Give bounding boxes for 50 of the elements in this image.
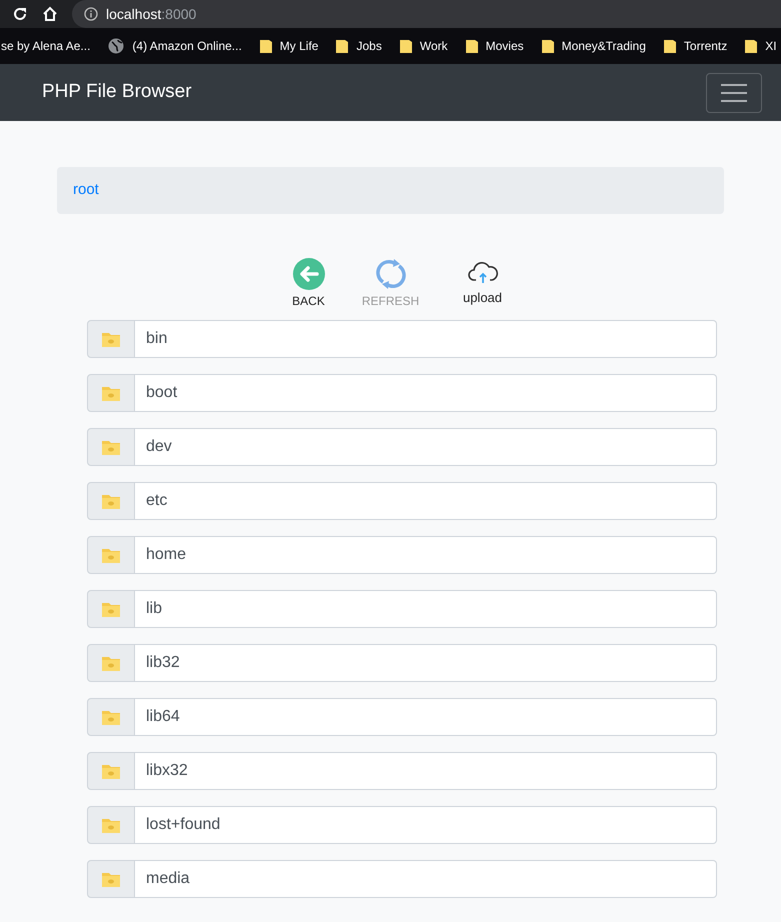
- folder-icon: [102, 439, 120, 455]
- folder-icon: [102, 385, 120, 401]
- folder-icon: [466, 39, 478, 53]
- folder-icon: [102, 547, 120, 563]
- bookmark[interactable]: XI: [745, 37, 777, 55]
- menu-button[interactable]: [706, 72, 762, 112]
- folder-entry[interactable]: home: [135, 536, 717, 574]
- folder-icon: [102, 763, 120, 779]
- back-button[interactable]: BACK: [278, 258, 338, 310]
- folder-icon: [745, 39, 758, 53]
- folder-icon: [542, 39, 554, 53]
- url-text: localhost:8000: [106, 4, 196, 24]
- folder-icon: [336, 39, 348, 53]
- home-icon[interactable]: [42, 6, 58, 22]
- folder-icon: [260, 39, 272, 53]
- folder-icon: [102, 331, 120, 347]
- folder-entry[interactable]: media: [135, 860, 717, 898]
- folder-entry[interactable]: lib32: [135, 644, 717, 682]
- brand-title[interactable]: PHP File Browser: [42, 78, 192, 107]
- folder-icon: [102, 817, 120, 833]
- folder-icon: [102, 709, 120, 725]
- reload-icon[interactable]: [12, 6, 28, 22]
- folder-icon: [400, 39, 412, 53]
- folder-entry[interactable]: libx32: [135, 752, 717, 790]
- folder-icon: [102, 655, 120, 671]
- folder-entry[interactable]: boot: [135, 374, 717, 412]
- bookmark[interactable]: (4) Amazon Online...: [108, 37, 242, 55]
- menu-icon: [721, 82, 747, 102]
- bookmark[interactable]: My Life: [260, 37, 318, 55]
- folder-entry[interactable]: bin: [135, 320, 717, 358]
- address-bar[interactable]: localhost:8000: [72, 0, 781, 28]
- folder-icon: [102, 871, 120, 887]
- globe-icon: [108, 38, 124, 54]
- folder-entry[interactable]: lost+found: [135, 806, 717, 844]
- upload-button[interactable]: upload: [452, 258, 512, 310]
- bookmark[interactable]: se by Alena Ae...: [1, 37, 90, 55]
- bookmark[interactable]: Movies: [466, 37, 524, 55]
- folder-entry[interactable]: dev: [135, 428, 717, 466]
- folder-entry[interactable]: lib64: [135, 698, 717, 736]
- bookmark[interactable]: Money&Trading: [542, 37, 646, 55]
- folder-icon: [664, 39, 676, 53]
- folder-icon: [102, 601, 120, 617]
- bookmark[interactable]: Torrentz: [664, 37, 728, 55]
- folder-entry[interactable]: etc: [135, 482, 717, 520]
- refresh-icon: [374, 258, 406, 290]
- folder-entry[interactable]: lib: [135, 590, 717, 628]
- bookmark[interactable]: Jobs: [336, 37, 382, 55]
- info-icon: [84, 7, 98, 21]
- bookmark[interactable]: Work: [400, 37, 448, 55]
- folder-icon: [102, 493, 120, 509]
